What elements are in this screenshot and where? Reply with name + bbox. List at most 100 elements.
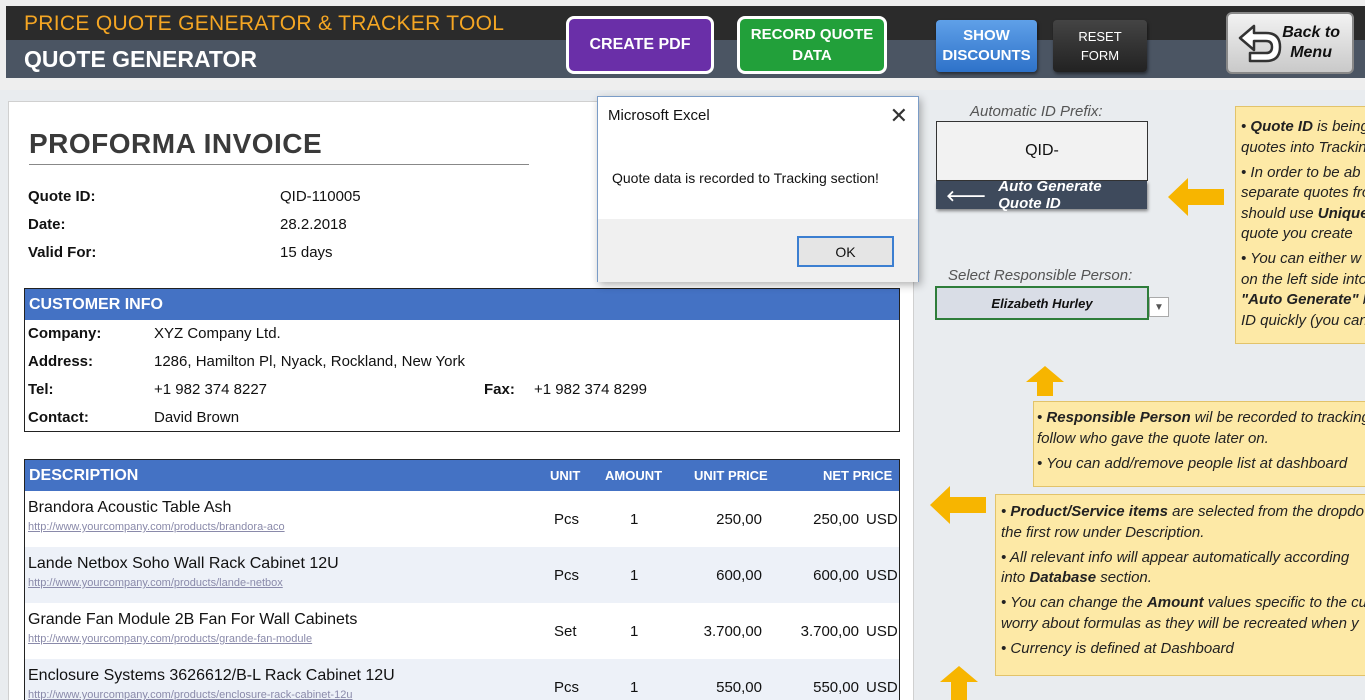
valid-for-label: Valid For: [28,244,97,261]
item-unit-price: 600,00 [716,567,762,584]
item-link[interactable]: http://www.yourcompany.com/products/gran… [28,633,312,645]
item-net-price: 3.700,00 [800,623,859,640]
contact-label: Contact: [28,409,89,426]
unit-price-header: UNIT PRICE [694,468,768,483]
item-currency: USD [866,567,898,584]
dialog-message: Quote data is recorded to Tracking secti… [612,170,879,186]
table-row[interactable]: Grande Fan Module 2B Fan For Wall Cabine… [25,603,899,659]
valid-for-value[interactable]: 15 days [280,244,333,261]
address-label: Address: [28,353,94,370]
table-row[interactable]: Brandora Acoustic Table Ash http://www.y… [25,491,899,547]
back-arrow-icon [1238,24,1282,63]
auto-generate-label: Auto Generate Quote ID [998,178,1102,212]
note3-line3: All relevant info will appear automatica… [1009,548,1350,566]
item-net-price: 250,00 [813,511,859,528]
item-name[interactable]: Enclosure Systems 3626612/B-L Rack Cabin… [28,667,395,685]
note1-bold: Quote ID [1250,118,1313,135]
note1-line5: should use [1241,204,1318,222]
note1-line6: quote you create [1241,225,1353,242]
note2-line3: You can add/remove people list at dashbo… [1046,454,1348,472]
item-name[interactable]: Lande Netbox Soho Wall Rack Cabinet 12U [28,555,339,573]
item-unit: Pcs [554,511,580,528]
auto-generate-quote-id-button[interactable]: 🡐 Auto Generate Quote ID [936,178,1147,212]
close-icon[interactable]: ✕ [890,103,908,129]
reset-form-button[interactable]: RESET FORM [1053,20,1147,72]
note3-line6: worry about formulas as they will be rec… [1001,614,1359,632]
note2-line2: follow who gave the quote later on. [1037,429,1269,447]
item-currency: USD [866,679,898,696]
id-prefix-input[interactable]: QID- [936,121,1148,181]
item-amount[interactable]: 1 [630,511,638,528]
tel-value[interactable]: +1 982 374 8227 [154,381,267,398]
note3-line1: are selected from the dropdo [1168,503,1364,520]
ok-button[interactable]: OK [797,236,894,267]
note-quote-id: • Quote ID is being quotes into Trackin •… [1235,106,1365,344]
note-responsible-person: • Responsible Person wil be recorded to … [1033,401,1365,487]
up-arrow-icon [1026,366,1064,396]
item-link[interactable]: http://www.yourcompany.com/products/bran… [28,521,285,533]
page-title: QUOTE GENERATOR [24,46,257,72]
date-value[interactable]: 28.2.2018 [280,216,347,233]
note1-line8: on the left side into [1241,270,1365,288]
table-row[interactable]: Enclosure Systems 3626612/B-L Rack Cabin… [25,659,899,700]
table-row[interactable]: Lande Netbox Soho Wall Rack Cabinet 12U … [25,547,899,603]
item-link[interactable]: http://www.yourcompany.com/products/land… [28,577,283,589]
note3-line2: the first row under Description. [1001,523,1205,541]
quote-id-label: Quote ID: [28,188,96,205]
reset-label-line2: FORM [1080,48,1120,63]
create-pdf-label: CREATE PDF [589,36,691,53]
prefix-label: Automatic ID Prefix: [970,103,1103,120]
reset-label-line1: RESET [1078,29,1122,44]
back-to-menu-button[interactable]: Back to Menu [1226,12,1354,74]
note1-line1: is being [1312,118,1365,135]
item-unit: Pcs [554,679,580,696]
note1-line4: separate quotes fro [1241,184,1365,201]
note3-line4-bold: Database [1029,569,1097,586]
unit-header: UNIT [550,468,581,483]
item-amount[interactable]: 1 [630,567,638,584]
show-discounts-button[interactable]: SHOW DISCOUNTS [936,20,1037,72]
contact-value[interactable]: David Brown [154,409,239,426]
note1-line3: In order to be ab [1250,163,1361,181]
note3-line5: You can change the [1010,594,1147,611]
items-table-header: DESCRIPTION UNIT AMOUNT UNIT PRICE NET P… [25,460,899,491]
description-header: DESCRIPTION [29,466,139,484]
left-arrow-icon [1168,178,1224,216]
item-name[interactable]: Brandora Acoustic Table Ash [28,499,231,517]
left-arrow-icon [930,486,986,524]
person-label: Select Responsible Person: [948,267,1133,284]
fax-label: Fax: [484,381,515,398]
fax-value[interactable]: +1 982 374 8299 [534,381,647,398]
amount-header: AMOUNT [605,468,663,483]
item-link[interactable]: http://www.yourcompany.com/products/encl… [28,689,352,700]
item-amount[interactable]: 1 [630,679,638,696]
responsible-person-select[interactable]: Elizabeth Hurley [935,286,1149,320]
item-currency: USD [866,623,898,640]
note3-line5-bold: Amount [1146,594,1204,611]
title-underline [29,164,529,165]
note1-line2: quotes into Trackin [1241,138,1365,156]
note3-line4-rest: section. [1096,569,1152,586]
note3-line4: into [1001,569,1030,586]
address-value[interactable]: 1286, Hamilton Pl, Nyack, Rockland, New … [154,353,465,370]
quote-id-value[interactable]: QID-110005 [280,188,361,205]
note3-line7: Currency is defined at Dashboard [1010,639,1234,657]
record-quote-data-button[interactable]: RECORD QUOTE DATA [737,16,887,74]
note3-line5-rest: values specific to the cu [1203,594,1365,611]
item-name[interactable]: Grande Fan Module 2B Fan For Wall Cabine… [28,611,357,629]
note2-bold: Responsible Person [1046,409,1191,426]
item-amount[interactable]: 1 [630,623,638,640]
customer-info-box: CUSTOMER INFO Company: XYZ Company Ltd. … [24,288,900,432]
left-arrow-icon: 🡐 [946,187,987,205]
note1-line10: ID quickly (you can [1241,311,1365,329]
app-header: PRICE QUOTE GENERATOR & TRACKER TOOL QUO… [0,0,1365,90]
note1-line5-bold: Unique [1317,204,1365,222]
note1-line7: You can either w [1250,250,1362,267]
note1-line9-bold: "Auto Generate" [1241,291,1359,308]
item-unit: Pcs [554,567,580,584]
company-value[interactable]: XYZ Company Ltd. [154,325,281,342]
back-label-line2: Menu [1290,44,1332,61]
create-pdf-button[interactable]: CREATE PDF [566,16,714,74]
record-label-line1: RECORD QUOTE [750,26,874,43]
chevron-down-icon[interactable]: ▼ [1149,297,1169,317]
